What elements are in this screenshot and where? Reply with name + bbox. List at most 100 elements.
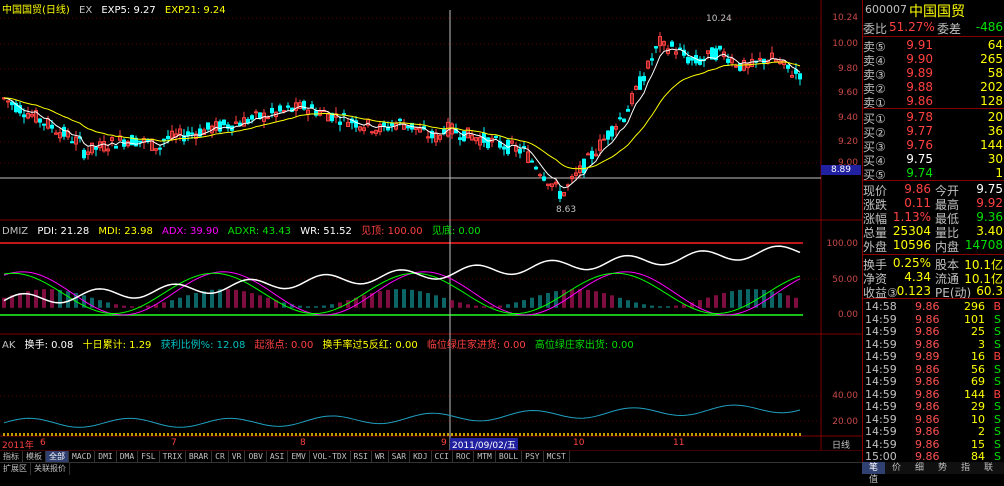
panel-tab-4[interactable]: 指 [954, 462, 977, 474]
dmi-area-bar [498, 305, 502, 308]
turnover-bar [527, 433, 529, 436]
turnover-bar [315, 433, 317, 436]
bid-row[interactable]: 买① 9.78 20 [863, 110, 1004, 126]
turnover-bar [739, 433, 741, 436]
turnover-bar [479, 433, 481, 436]
turnover-bar [327, 433, 329, 436]
weibi-label: 委比 [863, 22, 888, 36]
panel-tab-2[interactable]: 细 [908, 462, 931, 474]
candle-body [382, 122, 386, 127]
tick-price: 9.86 [915, 375, 940, 388]
dmi-area-bar [474, 305, 478, 308]
dmi-area-bar [122, 305, 126, 308]
panel-tab-3[interactable]: 势 [931, 462, 954, 474]
turnover-bar [431, 433, 433, 436]
ask-row[interactable]: 卖③ 9.89 58 [863, 66, 1004, 82]
turnover-bar [23, 433, 25, 436]
ask-row[interactable]: 卖① 9.86 128 [863, 94, 1004, 110]
turnover-bar [231, 433, 233, 436]
dmi-area-bar [298, 305, 302, 308]
dmi-area-bar [506, 304, 510, 308]
tick-time: 14:59 [865, 337, 897, 351]
bid-row[interactable]: 买③ 9.76 144 [863, 138, 1004, 154]
tick-volume: 29 [971, 400, 985, 413]
turnover-bar [255, 433, 257, 436]
turnover-bar [551, 433, 553, 436]
turnover-label: 换手: 0.08 [24, 340, 74, 351]
stock-code: 600007 [865, 3, 907, 16]
dmi-area-bar [170, 300, 174, 308]
dmi-area-bar [786, 295, 790, 308]
turnover-bar [27, 433, 29, 436]
bid-row[interactable]: 买⑤ 9.74 1 [863, 166, 1004, 182]
dmi-area-bar [258, 295, 262, 308]
tab-related-quote[interactable]: 关联报价 [31, 463, 70, 475]
quote-value: 25304 [892, 224, 931, 238]
tick-time: 14:59 [865, 375, 897, 388]
candle-body [186, 131, 190, 137]
turnover-bar [343, 433, 345, 436]
dmi-area-bar [162, 302, 166, 308]
turnover-bar [459, 433, 461, 436]
ask-volume: 202 [980, 80, 1003, 94]
dmi-area-bar [226, 289, 230, 308]
turnover-bar [735, 433, 737, 436]
turnover-bar [423, 433, 425, 436]
bid-row[interactable]: 买④ 9.75 30 [863, 152, 1004, 168]
turnover-bar [651, 433, 653, 436]
turnover-bar [535, 433, 537, 436]
ask-row[interactable]: 卖② 9.88 202 [863, 80, 1004, 96]
tick-side: S [994, 312, 1001, 326]
ask-price: 9.88 [906, 80, 933, 94]
turnover-bar [635, 433, 637, 436]
price-axis-980: 9.80 [837, 64, 858, 74]
candle-body [270, 107, 274, 114]
turnover-bar [251, 433, 253, 436]
finance-value: 60.3 [976, 284, 1003, 298]
panel-tab-6[interactable]: 值 [862, 474, 885, 486]
bid-price: 9.78 [906, 110, 933, 124]
turnover-bar [271, 433, 273, 436]
turnover-bar [19, 433, 21, 436]
dmi-area-bar [426, 293, 430, 308]
tick-volume: 10 [971, 412, 985, 426]
quote-row: 涨跌 0.11 最高 9.92 [863, 196, 1004, 212]
candle-body [190, 132, 194, 135]
dmi-area-bar [194, 293, 198, 308]
tick-volume: 3 [978, 337, 985, 351]
stock-title: 600007 中国国贸 [863, 3, 1004, 20]
tick-row: 14:59 9.86 15 S [863, 438, 1004, 451]
tab-expand[interactable]: 扩展区 [0, 463, 31, 475]
panel-tab-0[interactable]: 笔 [862, 462, 885, 474]
turnover-bar [379, 433, 381, 436]
tick-row: 14:59 9.86 3 S [863, 338, 1004, 351]
ask-row[interactable]: 卖⑤ 9.91 64 [863, 38, 1004, 54]
candle-body [530, 160, 534, 163]
tick-volume: 16 [971, 350, 985, 363]
profit-label: 获利比例%: 12.08 [160, 340, 246, 351]
turnover-bar [667, 433, 669, 436]
stock-name: 中国国贸 [909, 4, 965, 20]
finance-value: 0.25% [892, 256, 931, 270]
tick-volume: 25 [971, 325, 985, 338]
candle-body [114, 145, 118, 149]
turnover-bar [215, 433, 217, 436]
turnover-bar [571, 433, 573, 436]
dmi-area-bar [522, 300, 526, 308]
turnover-bar [259, 433, 261, 436]
bid-row[interactable]: 买② 9.77 36 [863, 124, 1004, 140]
warn-label: 临位绿庄家进货: 0.00 [426, 340, 526, 351]
turnover-bar [207, 433, 209, 436]
dmi-area-bar [570, 289, 574, 308]
turnover-bar [567, 433, 569, 436]
candle-body [486, 137, 490, 149]
tick-side: B [993, 300, 1001, 313]
turnover-bar [463, 433, 465, 436]
panel-tab-5[interactable]: 联 [977, 462, 1000, 474]
turnover-bar [471, 433, 473, 436]
ask-row[interactable]: 卖④ 9.90 265 [863, 52, 1004, 68]
tick-row: 14:59 9.86 144 B [863, 388, 1004, 401]
turnover-bar [163, 433, 165, 436]
panel-tab-1[interactable]: 价 [885, 462, 908, 474]
turnover-bar [31, 433, 33, 436]
